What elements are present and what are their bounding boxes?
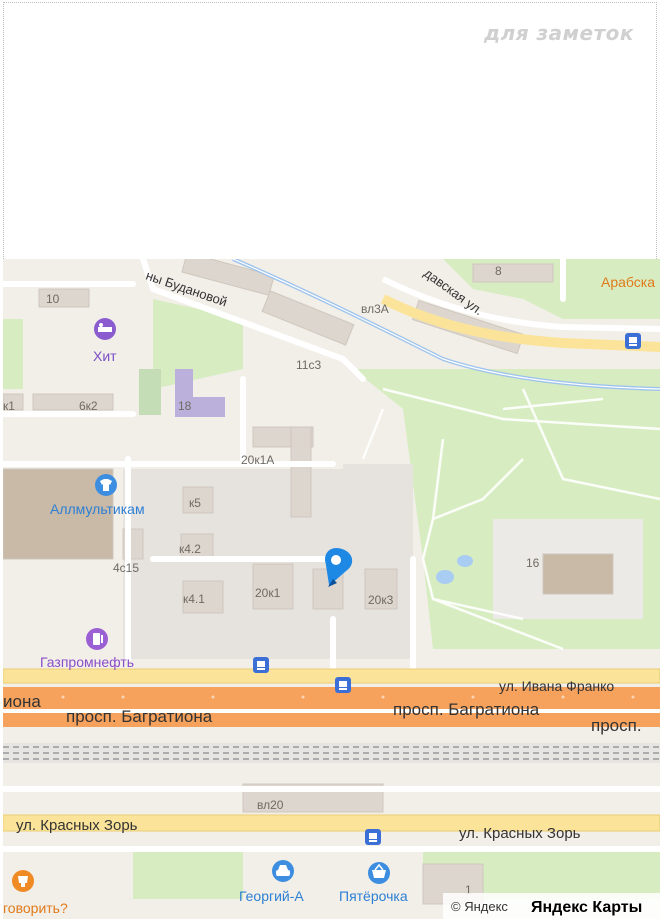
bldg-label: 11с3 (296, 358, 321, 372)
bldg-8 (472, 263, 554, 283)
bldg-green (139, 369, 161, 415)
bldg-label: к1 (3, 399, 15, 413)
copyright-text: © Яндекс (451, 899, 508, 914)
poi-label-govorit: говорить? (3, 900, 68, 916)
bldg-label: к4.2 (179, 542, 201, 556)
bus-stop-icon (365, 829, 381, 845)
poi-label-hit: Хит (93, 348, 117, 364)
pond-2 (457, 555, 473, 567)
clothing-shop-icon[interactable] (95, 474, 117, 496)
bldg-label: 6к2 (79, 399, 98, 413)
bldg-label: 20к3 (368, 593, 394, 607)
bldg-label: 20к1А (241, 453, 274, 467)
poi-label-gazpromneft: Газпромнефть (40, 654, 134, 670)
street-label-bagrationa-right: просп. (591, 716, 642, 735)
fuel-station-icon[interactable] (86, 628, 108, 650)
notes-label: для заметок (483, 21, 634, 45)
poi-label-allmultikam: Аллмультикам (50, 501, 145, 517)
street-label-krasnyh-zor-1: ул. Красных Зорь (16, 817, 138, 834)
street-label-krasnyh-zor-2: ул. Красных Зорь (459, 825, 581, 842)
bldg-label: 4с15 (113, 561, 139, 575)
poi-label-arabska: Арабска (601, 274, 655, 290)
poi-label-pyaterochka: Пятёрочка (339, 888, 408, 904)
bldg-label: 8 (495, 264, 502, 278)
bldg-20k1a-v (290, 426, 312, 518)
map-view[interactable]: 8 10 вл3А 11с3 к1 6к2 18 20к1А к5 к4.2 4… (3, 259, 660, 919)
car-service-icon[interactable] (272, 860, 294, 882)
notes-area[interactable]: для заметок (3, 2, 657, 259)
street-label-bagrationa-1: просп. Багратиона (66, 707, 213, 726)
bldg-label: вл20 (257, 798, 284, 812)
park-bottom-left (133, 849, 243, 899)
bldg-label: к4.1 (183, 592, 205, 606)
page: для заметок 8 10 вл3А 11с3 к1 6к2 18 20к… (0, 0, 660, 919)
bus-stop-icon (335, 677, 351, 693)
block-industrial-2 (343, 464, 413, 564)
street-label-bagrationa-left: иона (3, 692, 41, 711)
cafe-icon[interactable] (12, 870, 34, 892)
hotel-icon[interactable] (94, 318, 116, 340)
rail-bed (3, 743, 660, 763)
bldg-label: вл3А (361, 302, 389, 316)
pond-1 (436, 570, 454, 584)
bldg-label: 18 (178, 399, 192, 413)
bldg-16 (542, 553, 614, 595)
street-label-ivan-franko: ул. Ивана Франко (499, 678, 614, 694)
bldg-label: 20к1 (255, 586, 281, 600)
map-canvas[interactable]: 8 10 вл3А 11с3 к1 6к2 18 20к1А к5 к4.2 4… (3, 259, 660, 919)
bldg-label: к5 (189, 496, 201, 510)
yandex-maps-logo[interactable]: Яндекс Карты (531, 899, 642, 916)
bldg-label: 16 (526, 556, 540, 570)
bus-stop-icon (253, 657, 269, 673)
bus-stop-icon (625, 333, 641, 349)
grocery-basket-icon[interactable] (368, 862, 390, 884)
bldg-6k2 (32, 393, 114, 411)
bldg-label: 10 (46, 292, 60, 306)
park-strip-left (3, 319, 23, 389)
street-label-bagrationa-2: просп. Багратиона (393, 700, 540, 719)
poi-label-georgiy: Георгий-А (239, 888, 304, 904)
